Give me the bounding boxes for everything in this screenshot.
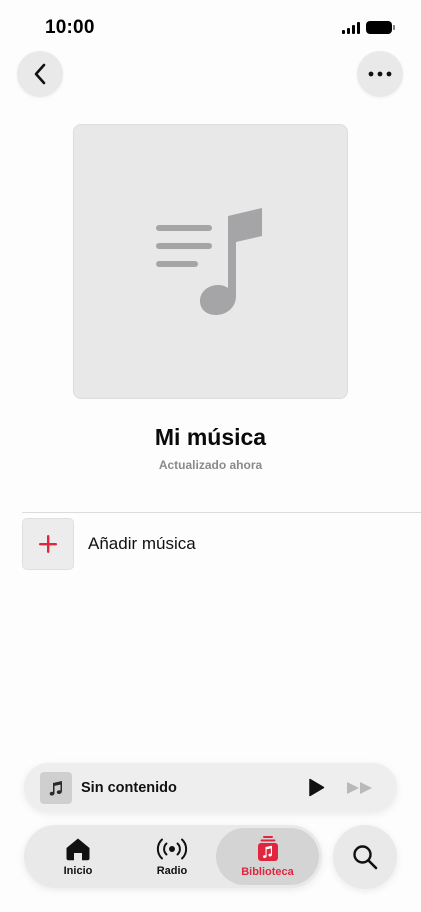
search-button[interactable] — [333, 825, 397, 889]
ellipsis-icon — [368, 71, 392, 77]
music-note-icon — [49, 780, 62, 796]
forward-button[interactable] — [345, 777, 375, 799]
tab-biblioteca[interactable]: Biblioteca — [216, 828, 319, 885]
tab-label-radio: Radio — [156, 864, 188, 877]
add-music-row[interactable]: Añadir música — [22, 517, 421, 570]
status-bar: 10:00 — [0, 0, 421, 54]
mini-player-title: Sin contenido — [81, 779, 177, 796]
play-button[interactable] — [305, 777, 327, 799]
plus-icon — [39, 534, 57, 553]
tab-inicio[interactable]: Inicio — [40, 825, 116, 888]
playlist-artwork — [73, 124, 348, 399]
signal-icon — [342, 21, 360, 34]
divider — [22, 512, 421, 513]
search-icon — [353, 845, 378, 870]
status-time: 10:00 — [45, 17, 95, 38]
more-button[interactable] — [357, 51, 403, 97]
fast-forward-icon — [347, 781, 372, 794]
battery-icon — [366, 21, 395, 34]
playlist-updated-label: Actualizado ahora — [158, 458, 263, 472]
chevron-left-icon — [34, 63, 46, 85]
tab-bar: Inicio Radio Biblioteca — [24, 825, 322, 888]
back-button[interactable] — [17, 51, 63, 97]
mini-player-artwork — [40, 771, 72, 804]
radio-icon — [156, 838, 188, 859]
playlist-title: Mi música — [154, 424, 267, 450]
music-list-icon — [155, 207, 262, 315]
status-icons — [342, 21, 395, 34]
home-icon — [66, 838, 90, 860]
add-music-label: Añadir música — [88, 533, 196, 553]
library-icon — [257, 835, 278, 861]
add-music-tile[interactable] — [22, 517, 74, 570]
tab-label-biblioteca: Biblioteca — [241, 865, 294, 878]
tab-radio[interactable]: Radio — [134, 825, 210, 888]
mini-player[interactable]: Sin contenido — [24, 763, 397, 812]
play-icon — [308, 778, 324, 797]
tab-label-inicio: Inicio — [63, 864, 93, 877]
